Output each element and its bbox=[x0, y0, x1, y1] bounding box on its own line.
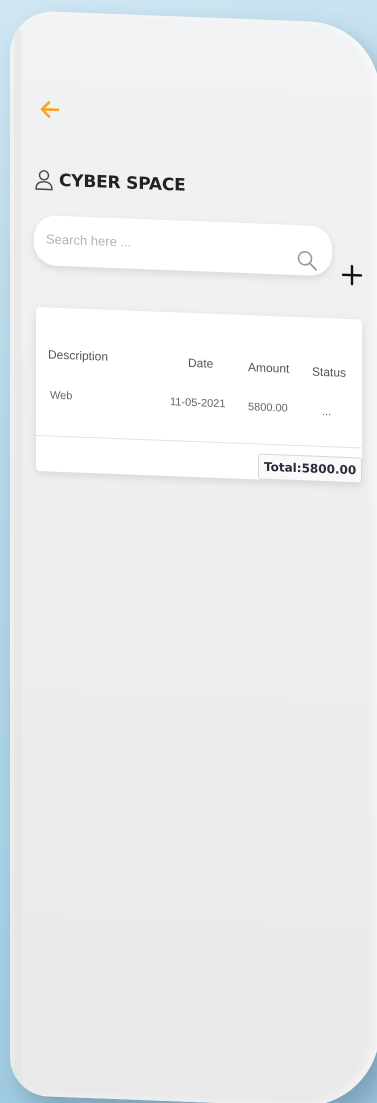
plus-icon[interactable] bbox=[340, 263, 364, 288]
table-row[interactable]: Web 11-05-2021 5800.00 ... bbox=[36, 307, 362, 419]
table-divider bbox=[36, 434, 362, 449]
page-title: CYBER SPACE bbox=[59, 170, 186, 196]
invoice-table: Description Date Amount Status Web 11-05… bbox=[36, 306, 363, 484]
column-header-status: Status bbox=[312, 364, 347, 380]
user-outline-icon bbox=[34, 169, 54, 192]
row-date: 11-05-2021 bbox=[170, 396, 226, 411]
column-header-description: Description bbox=[48, 347, 109, 364]
total-badge: Total:5800.00 bbox=[258, 453, 363, 484]
search-icon[interactable] bbox=[296, 249, 318, 272]
page-header: CYBER SPACE bbox=[34, 169, 186, 197]
row-status: ... bbox=[322, 405, 332, 419]
row-description: Web bbox=[50, 389, 73, 403]
phone-screen: CYBER SPACE Description Date Amount Stat… bbox=[10, 10, 377, 1103]
column-header-amount: Amount bbox=[248, 360, 290, 376]
column-header-date: Date bbox=[188, 355, 214, 371]
search-bar bbox=[34, 214, 332, 277]
arrow-left-icon[interactable] bbox=[38, 97, 62, 122]
phone-edge bbox=[14, 28, 22, 1089]
search-input[interactable] bbox=[44, 225, 288, 261]
row-amount: 5800.00 bbox=[248, 401, 288, 415]
